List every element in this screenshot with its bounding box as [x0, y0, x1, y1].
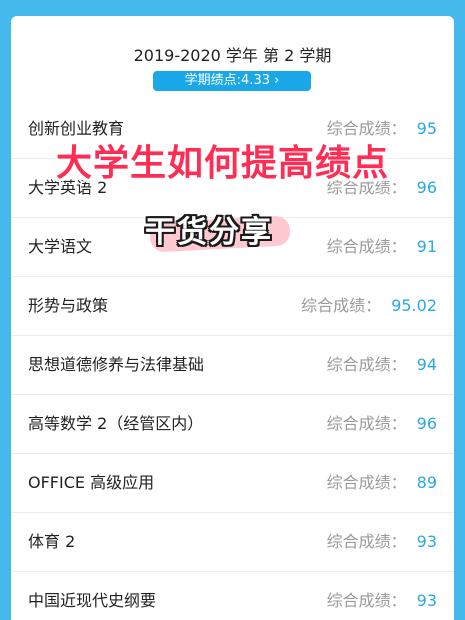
score-value: 93 [416, 532, 437, 551]
course-row[interactable]: 体育 2 综合成绩： 93 [11, 513, 454, 572]
course-name: 高等数学 2（经管区内） [28, 414, 204, 433]
score: 综合成绩： 93 [327, 513, 437, 571]
score-value: 93 [416, 591, 437, 610]
score-value: 95.02 [391, 296, 437, 315]
score-value: 95 [416, 119, 437, 138]
score-label: 综合成绩： [326, 355, 407, 374]
score: 综合成绩： 91 [327, 218, 437, 276]
overlay-title: 大学生如何提高绩点 [56, 143, 390, 184]
course-row[interactable]: 形势与政策 综合成绩： 95.02 [11, 277, 454, 336]
course-name: 大学语文 [28, 237, 93, 256]
score: 综合成绩： 94 [327, 336, 437, 394]
score: 综合成绩： 93 [327, 572, 437, 620]
course-name: 思想道德修养与法律基础 [28, 355, 205, 374]
score-label: 综合成绩： [326, 414, 407, 433]
score-label: 综合成绩： [326, 532, 407, 551]
score-value: 94 [416, 355, 437, 374]
score-value: 96 [416, 414, 437, 433]
score: 综合成绩： 89 [327, 454, 437, 512]
course-name: 中国近现代史纲要 [28, 591, 157, 610]
course-name: 体育 2 [28, 532, 76, 551]
course-name: OFFICE 高级应用 [28, 473, 155, 492]
overlay-subtitle: 干货分享 [145, 215, 273, 250]
gpa-button[interactable]: 学期绩点:4.33 › [153, 71, 311, 91]
score-label: 综合成绩： [326, 237, 407, 256]
score-label: 综合成绩： [301, 296, 382, 315]
score-label: 综合成绩： [326, 473, 407, 492]
course-name: 形势与政策 [28, 296, 109, 315]
score-value: 96 [416, 178, 437, 197]
course-row[interactable]: 中国近现代史纲要 综合成绩： 93 [11, 572, 454, 620]
course-row[interactable]: OFFICE 高级应用 综合成绩： 89 [11, 454, 454, 513]
course-row[interactable]: 思想道德修养与法律基础 综合成绩： 94 [11, 336, 454, 395]
course-row[interactable]: 高等数学 2（经管区内） 综合成绩： 96 [11, 395, 454, 454]
score-label: 综合成绩： [326, 591, 407, 610]
term-title: 2019-2020 学年 第 2 学期 [133, 46, 332, 65]
transcript-card: 2019-2020 学年 第 2 学期 学期绩点:4.33 › 创新创业教育 综… [11, 16, 454, 620]
score-value: 89 [416, 473, 437, 492]
score: 综合成绩： 95.02 [301, 277, 437, 335]
score-value: 91 [416, 237, 437, 256]
score: 综合成绩： 96 [327, 395, 437, 453]
